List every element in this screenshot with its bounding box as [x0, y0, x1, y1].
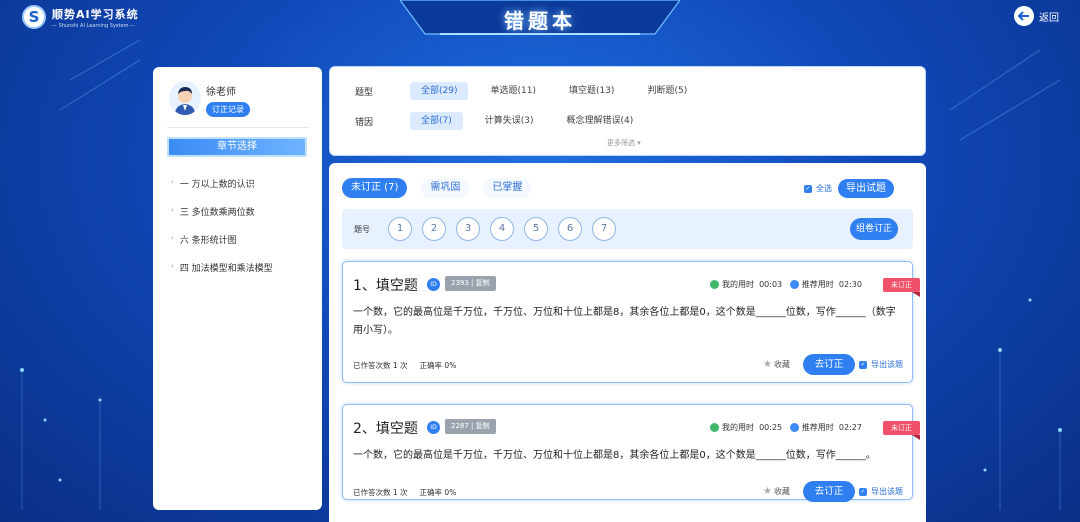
star-icon: ★: [763, 359, 772, 370]
reason-chip-concept[interactable]: 概念理解错误(4): [556, 112, 645, 130]
checkbox-icon: ✓: [804, 184, 812, 193]
collect-button[interactable]: ★ 收藏: [763, 486, 790, 497]
chevron-right-icon: ›: [171, 206, 174, 214]
chevron-right-icon: ›: [171, 178, 174, 186]
star-icon: ★: [763, 486, 772, 497]
reason-chip-calc[interactable]: 计算失误(3): [474, 112, 545, 130]
chapter-item[interactable]: › 三 多位数乘两位数: [171, 205, 273, 233]
question-card: 2、填空题 ID 2287 | 复制 我的用时 00:25 推荐用时 02:27…: [342, 404, 920, 502]
left-panel: 徐老师 订正记录 章节选择 › 一 万以上数的认识 › 三 多位数乘两位数 › 六 条…: [153, 67, 322, 510]
question-card: 1、填空题 ID 2393 | 复制 我的用时 00:03 推荐用时 02:30…: [342, 261, 920, 383]
correction-record-button[interactable]: 订正记录: [206, 102, 250, 117]
question-number-button[interactable]: 3: [456, 217, 480, 241]
clock-icon: [710, 280, 719, 289]
type-chip-judge[interactable]: 判断题(5): [636, 82, 698, 100]
top-bar: S 顺势AI学习系统 — Shunshi AI Learning System …: [0, 0, 1080, 40]
id-icon: ID: [427, 278, 440, 291]
question-stats: 已作答次数 1 次正确率 0%: [353, 361, 457, 370]
reason-chip-all[interactable]: 全部(7): [410, 112, 463, 130]
chapter-list: › 一 万以上数的认识 › 三 多位数乘两位数 › 六 条形统计图 › 四 加法模型和乘…: [171, 177, 273, 289]
page-title: 错题本: [504, 9, 576, 33]
app-subtitle: — Shunshi AI Learning System —: [52, 22, 136, 29]
more-filters-link[interactable]: 更多筛选 ▾: [607, 138, 641, 148]
time-info: 我的用时 00:03 推荐用时 02:30: [710, 279, 862, 290]
type-chip-single[interactable]: 单选题(11): [479, 82, 546, 100]
question-number-button[interactable]: 1: [388, 217, 412, 241]
my-time: 00:03: [759, 280, 783, 289]
chapter-select-button[interactable]: 章节选择: [167, 137, 307, 157]
export-questions-button[interactable]: 导出试题: [838, 179, 894, 198]
my-time: 00:25: [759, 423, 783, 432]
reason-filter-row: 错因 全部(7) 计算失误(3) 概念理解错误(4): [355, 112, 655, 130]
question-id-copy[interactable]: 2287 | 复制: [445, 419, 496, 434]
go-correct-button[interactable]: 去订正: [803, 354, 855, 375]
id-icon: ID: [427, 421, 440, 434]
avatar: [169, 81, 201, 115]
status-badge: 未订正: [883, 278, 920, 297]
divider: [167, 127, 309, 128]
question-number-button[interactable]: 7: [592, 217, 616, 241]
tab-review[interactable]: 需巩固: [421, 178, 470, 198]
chapter-item[interactable]: › 四 加法模型和乘法模型: [171, 261, 273, 289]
group-correct-button[interactable]: 组卷订正: [850, 218, 899, 240]
question-number-button[interactable]: 5: [524, 217, 548, 241]
time-info: 我的用时 00:25 推荐用时 02:27: [710, 422, 862, 433]
recommended-time: 02:27: [838, 423, 862, 432]
back-arrow-icon: [1014, 6, 1034, 26]
chevron-right-icon: ›: [171, 262, 174, 270]
chevron-down-icon: ▾: [637, 139, 641, 147]
logo-icon: S: [22, 5, 46, 29]
question-id-copy[interactable]: 2393 | 复制: [445, 276, 496, 291]
checkbox-icon: ✓: [859, 360, 867, 369]
app-name: 顺势AI学习系统: [52, 7, 139, 21]
question-number-button[interactable]: 2: [422, 217, 446, 241]
checkbox-icon: ✓: [859, 487, 867, 496]
go-correct-button[interactable]: 去订正: [803, 481, 855, 502]
question-stats: 已作答次数 1 次正确率 0%: [353, 488, 457, 497]
chevron-right-icon: ›: [171, 234, 174, 242]
status-tabs: 未订正 (7) 需巩固 已掌握: [342, 178, 545, 198]
type-chip-all[interactable]: 全部(29): [410, 82, 469, 100]
question-number-label: 题号: [354, 225, 370, 234]
type-filter-label: 题型: [355, 87, 374, 98]
reason-filter-label: 错因: [355, 117, 374, 128]
main-panel: 未订正 (7) 需巩固 已掌握 ✓ 全选 导出试题 题号 1 2 3 4 5 6…: [329, 163, 926, 522]
type-filter-row: 题型 全部(29) 单选题(11) 填空题(13) 判断题(5): [355, 82, 709, 100]
question-number-button[interactable]: 6: [558, 217, 582, 241]
export-question-checkbox[interactable]: ✓ 导出该题: [859, 486, 903, 497]
recommend-icon: [789, 423, 799, 432]
export-question-checkbox[interactable]: ✓ 导出该题: [859, 359, 903, 370]
teacher-profile: 徐老师 订正记录: [169, 81, 250, 117]
app-logo: S 顺势AI学习系统 — Shunshi AI Learning System …: [22, 5, 139, 29]
teacher-name: 徐老师: [206, 87, 236, 98]
filter-panel: 题型 全部(29) 单选题(11) 填空题(13) 判断题(5) 错因 全部(7…: [329, 66, 926, 156]
question-number-bar: 题号 1 2 3 4 5 6 7 组卷订正: [342, 209, 913, 249]
question-number-button[interactable]: 4: [490, 217, 514, 241]
tab-mastered[interactable]: 已掌握: [483, 178, 532, 198]
collect-button[interactable]: ★ 收藏: [763, 359, 790, 370]
tab-uncorrected[interactable]: 未订正 (7): [342, 178, 408, 198]
question-text: 一个数，它的最高位是千万位，千万位、万位和十位上都是8，其余各位上都是0，这个数…: [353, 307, 896, 336]
recommended-time: 02:30: [838, 280, 862, 289]
recommend-icon: [789, 280, 799, 289]
question-title: 2、填空题: [353, 421, 418, 437]
question-title: 1、填空题: [353, 278, 418, 294]
clock-icon: [710, 423, 719, 432]
type-chip-fill[interactable]: 填空题(13): [558, 82, 625, 100]
chapter-item[interactable]: › 六 条形统计图: [171, 233, 273, 261]
back-label: 返回: [1039, 12, 1059, 24]
select-all-checkbox[interactable]: ✓ 全选: [804, 183, 832, 194]
chapter-item[interactable]: › 一 万以上数的认识: [171, 177, 273, 205]
question-text: 一个数，它的最高位是千万位，千万位、万位和十位上都是8，其余各位上都是0，这个数…: [353, 450, 876, 461]
back-button[interactable]: 返回: [1014, 6, 1059, 26]
status-badge: 未订正: [883, 421, 920, 440]
